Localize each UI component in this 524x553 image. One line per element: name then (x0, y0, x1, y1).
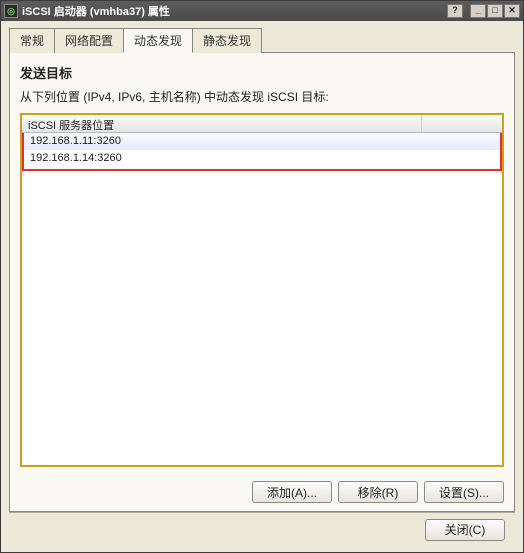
dialog-footer: 关闭(C) (9, 512, 515, 546)
panel-subtext: 从下列位置 (IPv4, IPv6, 主机名称) 中动态发现 iSCSI 目标: (20, 88, 504, 105)
window-controls: ? _ □ ✕ (447, 4, 520, 18)
column-header-location[interactable]: iSCSI 服务器位置 (22, 115, 422, 132)
table-rows-highlight: 192.168.1.11:3260 192.168.1.14:3260 (22, 133, 502, 171)
tab-static-discovery[interactable]: 静态发现 (192, 28, 262, 53)
titlebar[interactable]: ◎ iSCSI 启动器 (vmhba37) 属性 ? _ □ ✕ (1, 1, 523, 21)
tab-label: 静态发现 (203, 34, 251, 48)
dialog-content: 常规 网络配置 动态发现 静态发现 发送目标 从下列位置 (IPv4, IPv6… (1, 21, 523, 552)
help-button[interactable]: ? (447, 4, 463, 18)
tab-label: 网络配置 (65, 34, 113, 48)
add-button[interactable]: 添加(A)... (252, 481, 332, 503)
column-header-spacer (422, 115, 502, 132)
tab-network-config[interactable]: 网络配置 (54, 28, 124, 53)
close-button[interactable]: ✕ (504, 4, 520, 18)
tab-label: 动态发现 (134, 34, 182, 48)
dialog-window: ◎ iSCSI 启动器 (vmhba37) 属性 ? _ □ ✕ 常规 网络配置… (0, 0, 524, 553)
tab-general[interactable]: 常规 (9, 28, 55, 53)
maximize-button[interactable]: □ (487, 4, 503, 18)
server-table: iSCSI 服务器位置 192.168.1.11:3260 192.168.1.… (20, 113, 504, 467)
tab-label: 常规 (20, 34, 44, 48)
remove-button[interactable]: 移除(R) (338, 481, 418, 503)
minimize-button[interactable]: _ (470, 4, 486, 18)
panel-heading: 发送目标 (20, 63, 504, 82)
window-title: iSCSI 启动器 (vmhba37) 属性 (22, 3, 447, 19)
cell-server-location: 192.168.1.11:3260 (30, 135, 121, 147)
table-row[interactable]: 192.168.1.11:3260 (24, 133, 500, 150)
app-icon: ◎ (4, 4, 18, 18)
tab-panel: 发送目标 从下列位置 (IPv4, IPv6, 主机名称) 中动态发现 iSCS… (9, 53, 515, 512)
tab-dynamic-discovery[interactable]: 动态发现 (123, 28, 193, 53)
tabstrip: 常规 网络配置 动态发现 静态发现 (9, 27, 515, 53)
table-row[interactable]: 192.168.1.14:3260 (24, 150, 500, 167)
panel-button-row: 添加(A)... 移除(R) 设置(S)... (252, 481, 504, 503)
settings-button[interactable]: 设置(S)... (424, 481, 504, 503)
table-header: iSCSI 服务器位置 (22, 115, 502, 133)
close-dialog-button[interactable]: 关闭(C) (425, 519, 505, 541)
cell-server-location: 192.168.1.14:3260 (30, 152, 122, 164)
